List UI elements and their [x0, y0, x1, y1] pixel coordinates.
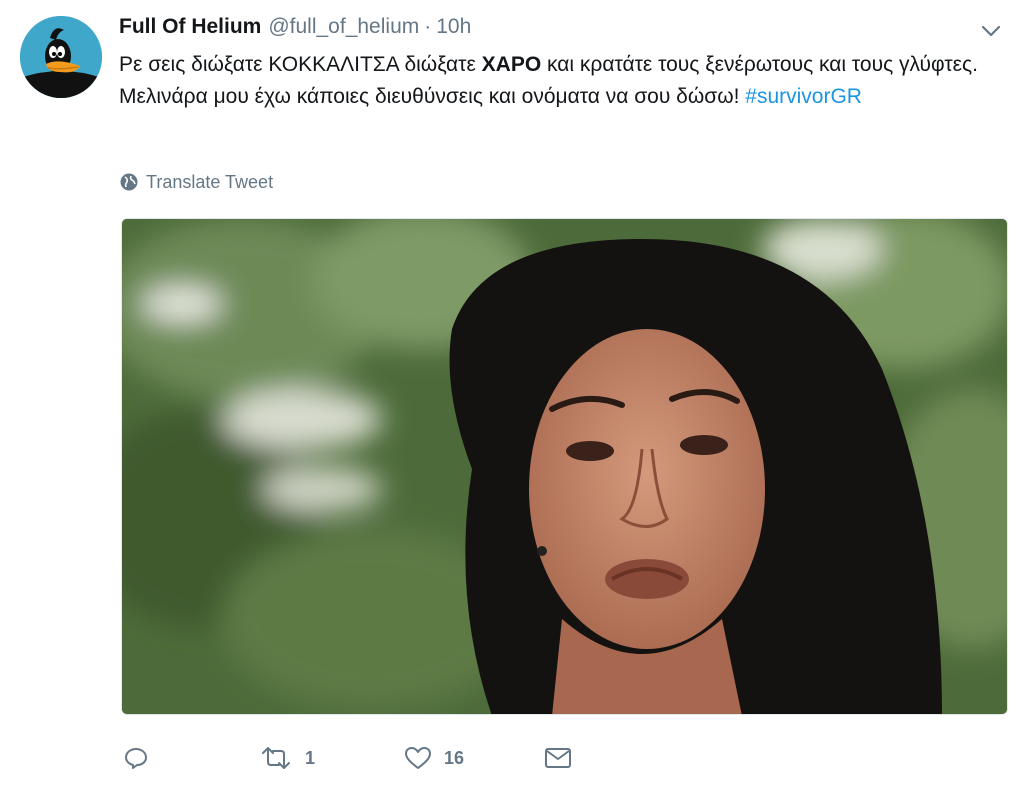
direct-message-button[interactable] — [544, 738, 572, 778]
tweet-header: Full Of Helium @full_of_helium · 10h — [119, 15, 471, 43]
tweet-text-bold: ΧΑΡΟ — [481, 53, 542, 76]
envelope-icon — [545, 748, 571, 768]
translate-label: Translate Tweet — [146, 171, 274, 192]
retweet-count: 1 — [305, 747, 316, 768]
like-count: 16 — [444, 747, 465, 768]
author-handle[interactable]: @full_of_helium — [268, 15, 419, 39]
retweet-icon — [262, 747, 290, 769]
tweet-text: Ρε σεις διώξατε ΚΟΚΚΑΛΙΤΣΑ διώξατε ΧΑΡΟ … — [119, 49, 999, 113]
media-photo — [122, 219, 1007, 714]
globe-icon — [120, 173, 138, 191]
tweet-actions: 1 16 — [119, 738, 719, 778]
separator-dot: · — [424, 15, 432, 38]
tweet-timestamp[interactable]: 10h — [436, 15, 471, 39]
author-name[interactable]: Full Of Helium — [119, 15, 261, 39]
chevron-down-icon — [981, 25, 1001, 37]
reply-button[interactable] — [123, 738, 161, 778]
heart-icon — [405, 747, 431, 769]
more-options-button[interactable] — [978, 18, 1004, 44]
like-button[interactable]: 16 — [404, 738, 464, 778]
translate-tweet-button[interactable]: Translate Tweet — [119, 170, 273, 194]
tweet-media-image[interactable] — [121, 218, 1008, 715]
tweet-text-part1: Ρε σεις διώξατε ΚΟΚΚΑΛΙΤΣΑ διώξατε — [119, 53, 482, 76]
hashtag-link[interactable]: #survivorGR — [745, 85, 862, 108]
reply-icon — [125, 748, 147, 769]
avatar[interactable] — [20, 16, 102, 98]
daffy-duck-avatar-icon — [20, 16, 102, 98]
retweet-button[interactable]: 1 — [259, 738, 315, 778]
